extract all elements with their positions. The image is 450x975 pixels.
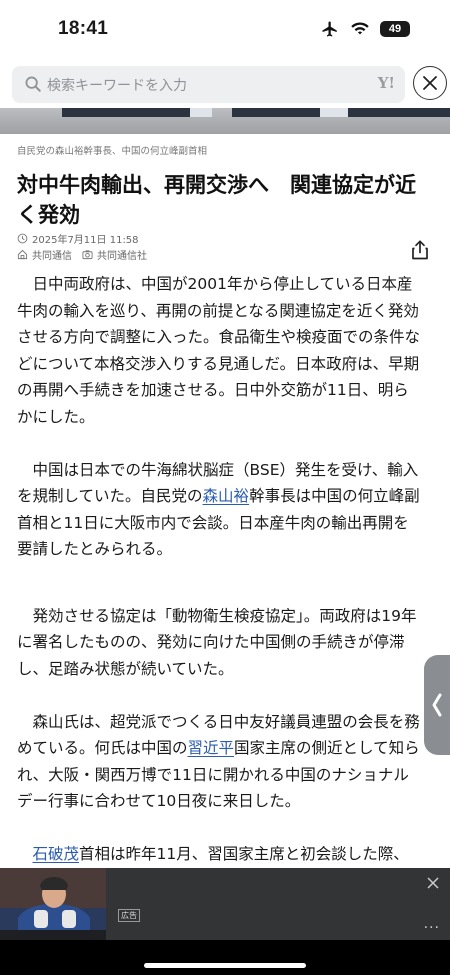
person-link-xi[interactable]: 習近平 <box>188 739 235 757</box>
photo-source[interactable]: 共同通信社 <box>97 247 147 262</box>
more-icon[interactable]: ··· <box>424 920 440 936</box>
status-icons: 49 <box>320 20 410 38</box>
photo-caption: 自民党の森山裕幹事長、中国の何立峰副首相 <box>17 146 208 157</box>
ad-badge: 広告 <box>118 909 140 922</box>
search-placeholder: 検索キーワードを入力 <box>47 78 187 94</box>
paragraph-text: 発効させる協定は「動物衛生検疫協定」。両政府は19年に署名したものの、発効に向け… <box>17 606 417 678</box>
search-icon <box>25 76 41 92</box>
article-source-row: 共同通信 共同通信社 <box>17 247 147 262</box>
paragraph-text: 日中両政府は、中国が2001年から停止している日本産牛肉の輸入を巡り、再開の前提… <box>17 275 421 426</box>
status-bar: 18:41 49 <box>0 0 450 60</box>
wifi-icon <box>351 22 369 35</box>
search-row: 検索キーワードを入力 Y! <box>0 66 450 106</box>
clock-icon <box>17 233 28 244</box>
ad-close-icon[interactable] <box>426 876 440 890</box>
article-paragraph: 森山氏は、超党派でつくる日中友好議員連盟の会長を務めている。何氏は中国の習近平国… <box>17 709 423 815</box>
ad-banner[interactable]: 広告 ··· <box>0 868 450 940</box>
article-paragraph: 日中両政府は、中国が2001年から停止している日本産牛肉の輸入を巡り、再開の前提… <box>17 271 423 430</box>
close-icon <box>423 76 437 90</box>
chevron-left-icon <box>432 693 442 717</box>
side-drawer-tab[interactable] <box>424 655 450 755</box>
article-body: 日中両政府は、中国が2001年から停止している日本産牛肉の輸入を巡り、再開の前提… <box>17 271 423 947</box>
ad-photo <box>0 868 106 940</box>
status-time: 18:41 <box>58 18 109 39</box>
person-link-moriyama[interactable]: 森山裕 <box>203 487 250 505</box>
battery-icon: 49 <box>380 21 410 37</box>
battery-level: 49 <box>388 23 402 35</box>
home-indicator-area <box>0 940 450 975</box>
close-button[interactable] <box>413 66 447 100</box>
share-icon[interactable] <box>409 239 431 261</box>
article-photo[interactable] <box>0 108 450 134</box>
article-date: 2025年7月11日 11:58 <box>32 235 139 246</box>
camera-icon <box>82 250 93 260</box>
person-link-ishiba[interactable]: 石破茂 <box>33 845 80 863</box>
yahoo-logo: Y! <box>377 74 395 92</box>
photo-shirt <box>320 108 348 117</box>
home-indicator[interactable] <box>144 963 306 968</box>
article-headline: 対中牛肉輸出、再開交渉へ 関連協定が近く発効 <box>17 173 416 227</box>
airplane-icon <box>322 21 337 37</box>
article-paragraph: 発効させる協定は「動物衛生検疫協定」。両政府は19年に署名したものの、発効に向け… <box>17 603 423 683</box>
ad-image[interactable] <box>0 868 106 940</box>
article-source[interactable]: 共同通信 <box>32 247 72 262</box>
photo-shirt <box>190 108 212 117</box>
article-date-row: 2025年7月11日 11:58 <box>17 231 139 246</box>
article-paragraph: 中国は日本での牛海綿状脳症（BSE）発生を受け、輸入を規制していた。自民党の森山… <box>17 457 423 563</box>
source-icon <box>17 249 28 260</box>
search-input[interactable]: 検索キーワードを入力 Y! <box>12 66 405 103</box>
